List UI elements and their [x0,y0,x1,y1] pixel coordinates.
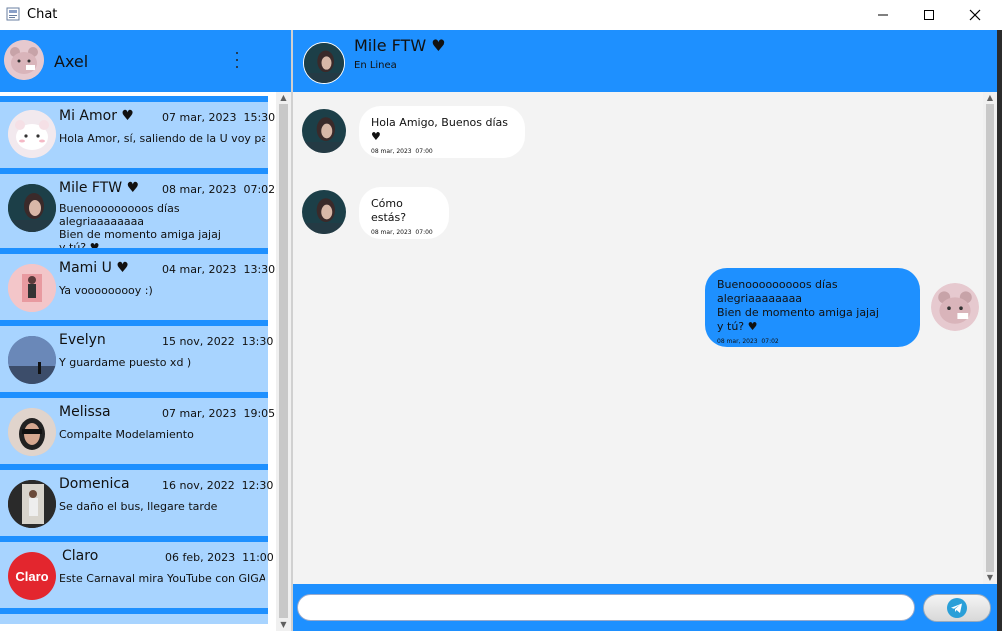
message-area-scrollbar[interactable]: ▲ ▼ [983,92,997,584]
window-title: Chat [27,7,58,22]
claro-logo-icon: Claro [8,552,56,600]
maximize-button[interactable] [906,0,952,30]
contact-list-scrollbar[interactable]: ▲ ▼ [276,92,291,631]
contact-last-message: Se daño el bus, llegare tarde [59,500,218,513]
contact-name: Evelyn [59,332,106,348]
title-bar: Chat [0,0,1002,30]
message-text: Buenooooooooos días alegriaaaaaaaa Bien … [717,278,879,333]
contact-last-message: Buenooooooooos días alegriaaaaaaaa Bien … [59,202,221,254]
contact-date: 16 nov, 2022 12:30 [162,479,274,492]
girl-avatar-icon [8,184,56,232]
contact-name: Domenica [59,476,130,492]
contact-last-message: Este Carnaval mira YouTube con GIGA... [59,572,265,585]
message-time: 08 mar, 2023 07:02 [717,338,779,345]
bear-avatar-icon [931,283,979,331]
contact-item-mile-ftw[interactable]: Mile FTW ♥ 08 mar, 2023 07:02 Buenoooooo… [0,168,275,254]
message-input[interactable] [297,594,915,621]
more-options-icon[interactable] [235,52,239,68]
message-time: 08 mar, 2023 07:00 [371,229,433,236]
contact-item-melissa[interactable]: Melissa 07 mar, 2023 19:05 Compalte Mode… [0,392,275,464]
girl-avatar-icon [302,109,346,153]
contact-date: 07 mar, 2023 15:30 [162,111,276,124]
telegram-send-icon [947,598,967,618]
close-icon [969,9,981,21]
contact-item-mi-amor[interactable]: Mi Amor ♥ 07 mar, 2023 15:30 Hola Amor, … [0,96,275,168]
sunglasses-avatar-icon [8,408,56,456]
scroll-thumb[interactable] [279,104,288,618]
chat-contact-avatar[interactable] [303,42,345,84]
contact-name: Mi Amor ♥ [59,108,134,124]
maximize-icon [924,10,934,20]
sender-avatar [302,109,346,153]
chat-contact-name: Mile FTW ♥ [354,36,446,55]
scroll-up-icon[interactable]: ▲ [983,92,997,104]
contact-name: Mami U ♥ [59,260,129,276]
app-icon [6,7,20,21]
window-edge [997,30,1002,631]
my-name: Axel [54,52,89,71]
contact-date: 08 mar, 2023 07:02 [162,183,276,196]
contact-date: 06 feb, 2023 11:00 [165,551,274,564]
message-text: Hola Amigo, Buenos días ♥ [371,116,509,143]
scroll-up-icon[interactable]: ▲ [276,92,291,104]
contact-name: Mile FTW ♥ [59,180,140,196]
mirror-selfie-avatar-icon [8,480,56,528]
contact-date: 07 mar, 2023 19:05 [162,407,276,420]
contact-last-message: Compalte Modelamiento [59,428,194,441]
girl-avatar-icon [302,190,346,234]
contact-name: Claro [62,548,99,564]
message-area: Hola Amigo, Buenos días ♥ 08 mar, 2023 0… [293,92,983,584]
bear-avatar-icon [4,40,44,80]
girl-avatar-icon [304,43,344,83]
contact-item-domenica[interactable]: Domenica 16 nov, 2022 12:30 Se daño el b… [0,464,273,536]
sender-avatar [302,190,346,234]
message-bubble-incoming: Hola Amigo, Buenos días ♥ 08 mar, 2023 0… [359,106,525,158]
scroll-thumb[interactable] [986,104,994,572]
scroll-down-icon[interactable]: ▼ [983,572,997,584]
composer-bar [293,584,997,631]
contact-item-claro[interactable]: Claro Claro 06 feb, 2023 11:00 Este Carn… [0,536,274,608]
contact-item-mami-u[interactable]: Mami U ♥ 04 mar, 2023 13:30 Ya voooooooo… [0,248,275,320]
contact-item-evelyn[interactable]: Evelyn 15 nov, 2022 13:30 Y guardame pue… [0,320,273,392]
scroll-down-icon[interactable]: ▼ [276,619,291,631]
contact-last-message: Ya vooooooooy :) [59,284,153,297]
profile-header: Axel [0,30,292,92]
message-time: 08 mar, 2023 07:00 [371,148,433,155]
chat-contact-status: En Linea [354,60,397,71]
send-button[interactable] [923,594,991,622]
minimize-icon [878,14,888,16]
message-text: Cómo estás? [371,197,407,224]
contact-last-message: Y guardame puesto xd ) [59,356,192,369]
contact-list: Mi Amor ♥ 07 mar, 2023 15:30 Hola Amor, … [0,92,292,631]
pink-avatar-icon [8,264,56,312]
message-bubble-outgoing: Buenooooooooos días alegriaaaaaaaa Bien … [705,268,920,347]
contact-name: Melissa [59,404,111,420]
message-bubble-incoming: Cómo estás? 08 mar, 2023 07:00 [359,187,449,239]
sky-avatar-icon [8,336,56,384]
my-message-avatar [931,283,979,331]
close-button[interactable] [952,0,998,30]
chat-header: Mile FTW ♥ En Linea [293,30,997,92]
bear-avatar-icon [8,110,56,158]
contact-date: 15 nov, 2022 13:30 [162,335,274,348]
minimize-button[interactable] [860,0,906,30]
contact-last-message: Hola Amor, sí, saliendo de la U voy par.… [59,132,265,145]
my-avatar[interactable] [4,40,44,80]
contact-item-partial [0,608,268,624]
contact-date: 04 mar, 2023 13:30 [162,263,276,276]
